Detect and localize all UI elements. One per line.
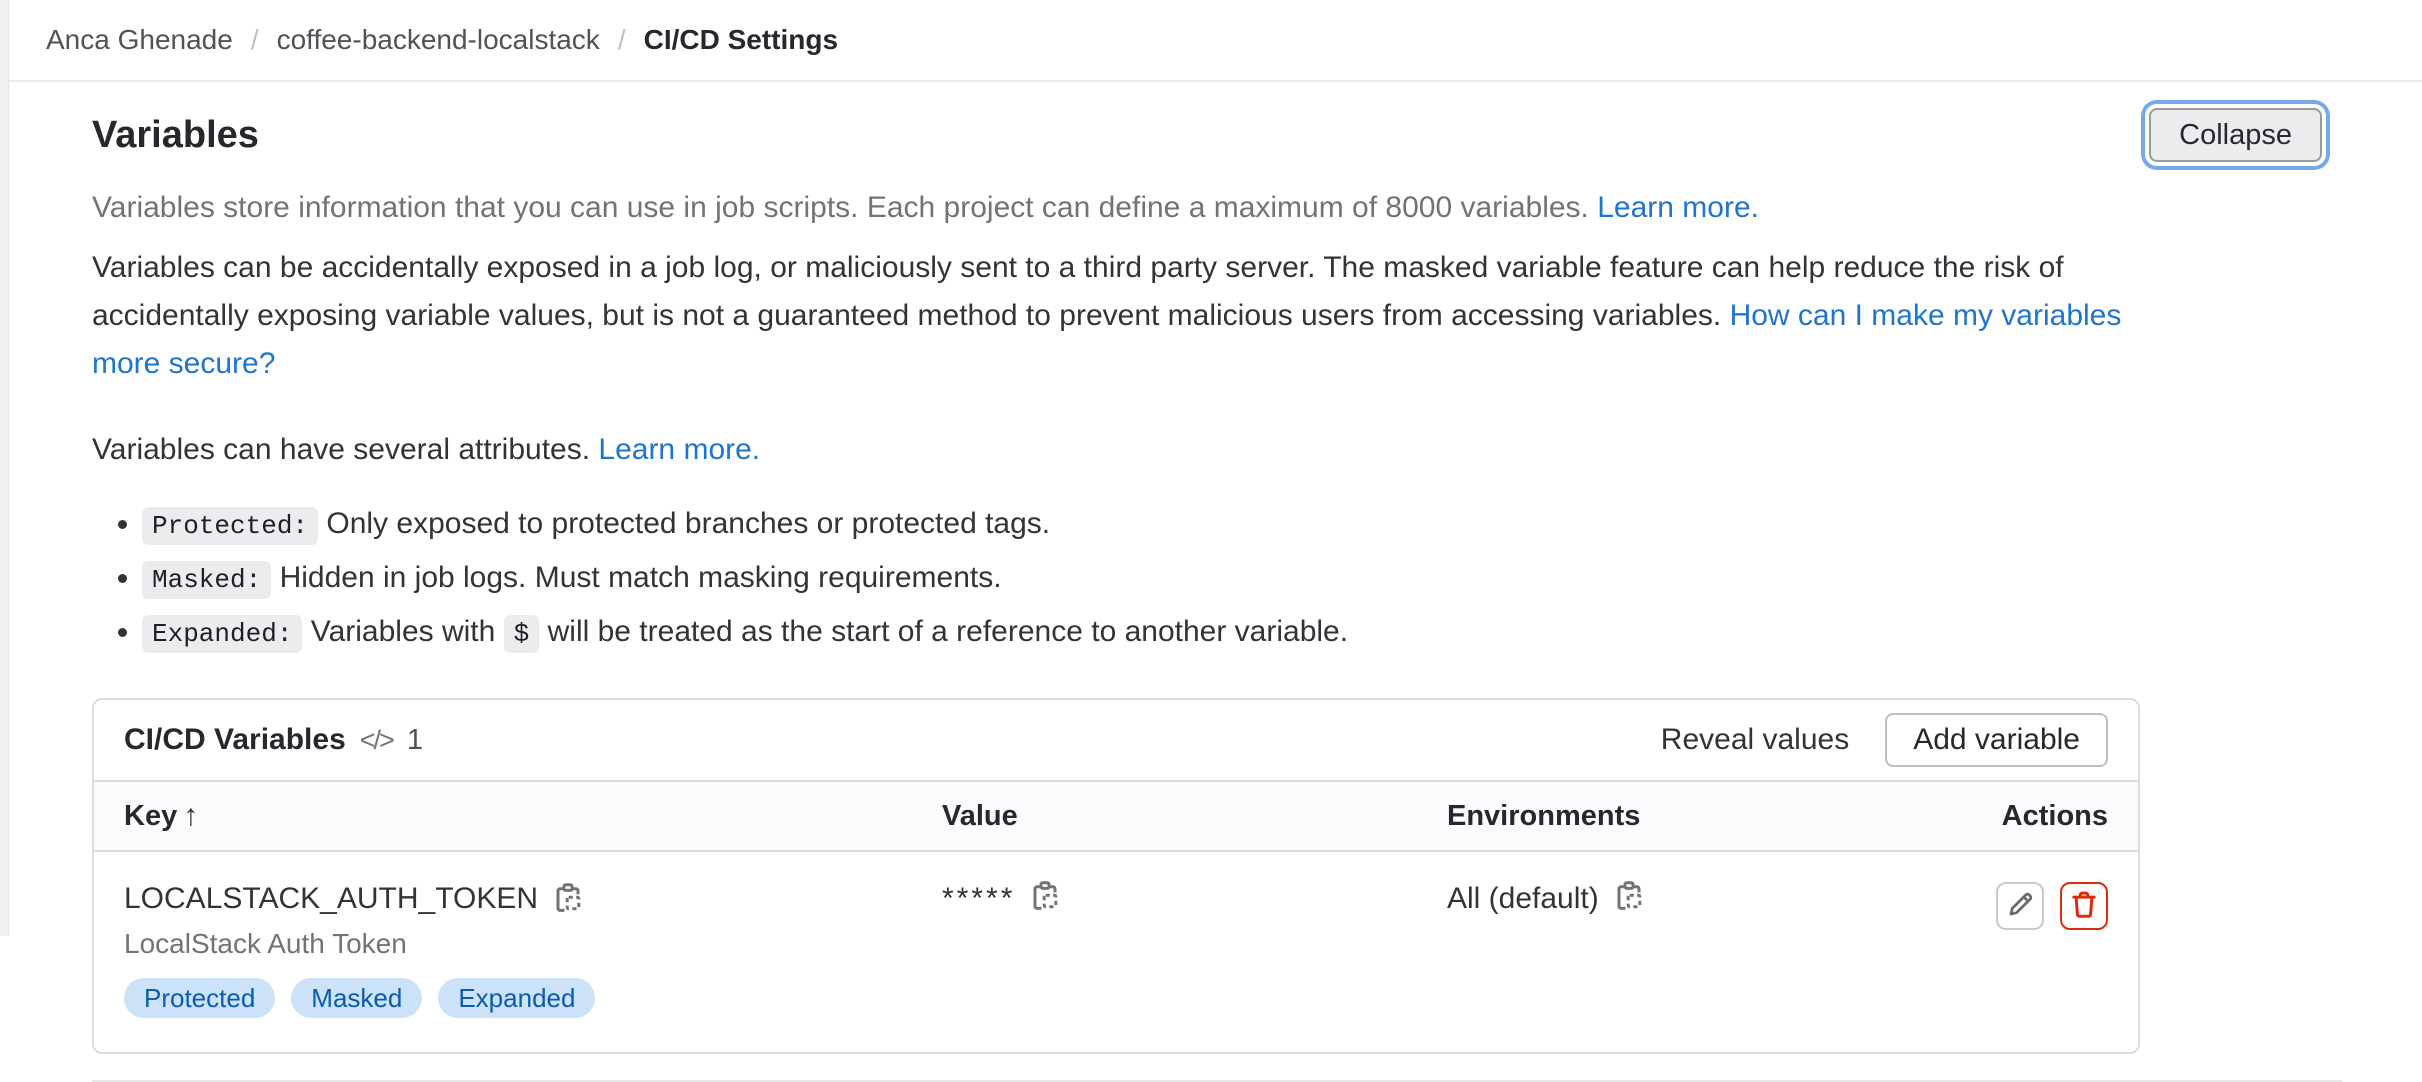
list-item-masked: Masked: Hidden in job logs. Must match m… (142, 558, 2340, 600)
variables-description: Variables store information that you can… (92, 184, 2144, 232)
breadcrumb-item-user[interactable]: Anca Ghenade (46, 24, 233, 56)
breadcrumb-item-current: CI/CD Settings (644, 24, 838, 56)
variable-environments: All (default) (1447, 882, 1599, 916)
column-header-value: Value (942, 800, 1447, 833)
attributes-intro-text: Variables can have several attributes. (92, 433, 590, 466)
cicd-variables-card: CI/CD Variables </> 1 Reveal values Add … (92, 698, 2140, 1054)
code-icon: </> (360, 725, 393, 756)
collapse-button[interactable]: Collapse (2149, 108, 2322, 162)
learn-more-link[interactable]: Learn more. (1597, 191, 1759, 224)
reveal-values-button[interactable]: Reveal values (1661, 723, 1849, 757)
breadcrumb: Anca Ghenade / coffee-backend-localstack… (0, 0, 2422, 82)
masked-code-label: Masked: (142, 561, 271, 599)
add-variable-button[interactable]: Add variable (1885, 713, 2108, 767)
attributes-intro: Variables can have several attributes. L… (92, 426, 2144, 474)
dollar-code-label: $ (504, 615, 540, 653)
copy-environments-button[interactable] (1613, 880, 1645, 912)
protected-code-label: Protected: (142, 507, 318, 545)
page-title: Variables (92, 112, 259, 158)
sort-ascending-icon: ↑ (183, 799, 198, 832)
column-header-key[interactable]: Key↑ (124, 799, 942, 833)
variables-table-header: Key↑ Value Environments Actions (94, 780, 2138, 852)
attributes-learn-more-link[interactable]: Learn more. (598, 433, 760, 466)
expanded-description-after: will be treated as the start of a refere… (548, 615, 1348, 648)
pencil-icon (2005, 890, 2035, 923)
variables-description-text: Variables store information that you can… (92, 191, 1589, 224)
copy-icon (1613, 900, 1645, 915)
badge-protected: Protected (124, 978, 275, 1018)
column-header-actions: Actions (1882, 800, 2108, 833)
list-item-expanded: Expanded: Variables with $ will be treat… (142, 612, 2340, 654)
variables-count: 1 (407, 724, 423, 757)
breadcrumb-separator: / (251, 24, 259, 56)
copy-key-button[interactable] (552, 882, 584, 914)
variable-description: LocalStack Auth Token (124, 928, 942, 960)
card-title: CI/CD Variables (124, 723, 346, 757)
variable-badges: Protected Masked Expanded (124, 978, 942, 1018)
key-header-label: Key (124, 800, 177, 832)
masking-warning: Variables can be accidentally exposed in… (92, 244, 2144, 388)
expanded-code-label: Expanded: (142, 615, 302, 653)
masked-description: Hidden in job logs. Must match masking r… (280, 561, 1002, 594)
variables-section-header: Variables Collapse (92, 108, 2340, 162)
list-item-protected: Protected: Only exposed to protected bra… (142, 504, 2340, 546)
cicd-variables-card-header: CI/CD Variables </> 1 Reveal values Add … (94, 700, 2138, 780)
expanded-description-before: Variables with (311, 615, 496, 648)
column-header-environments: Environments (1447, 800, 1882, 833)
collapsed-sidebar-edge (0, 0, 9, 936)
copy-value-button[interactable] (1029, 880, 1061, 912)
copy-icon (1029, 900, 1061, 915)
badge-masked: Masked (291, 978, 422, 1018)
protected-description: Only exposed to protected branches or pr… (326, 507, 1050, 540)
variable-key: LOCALSTACK_AUTH_TOKEN (124, 882, 538, 916)
delete-variable-button[interactable] (2060, 882, 2108, 930)
breadcrumb-separator: / (618, 24, 626, 56)
table-row: LOCALSTACK_AUTH_TOKEN LocalStack Auth To… (94, 852, 2138, 1052)
copy-icon (552, 902, 584, 917)
edit-variable-button[interactable] (1996, 882, 2044, 930)
badge-expanded: Expanded (438, 978, 595, 1018)
trash-icon (2069, 890, 2099, 923)
attributes-list: Protected: Only exposed to protected bra… (92, 504, 2340, 654)
breadcrumb-item-project[interactable]: coffee-backend-localstack (277, 24, 600, 56)
variable-masked-value: ***** (942, 882, 1015, 916)
